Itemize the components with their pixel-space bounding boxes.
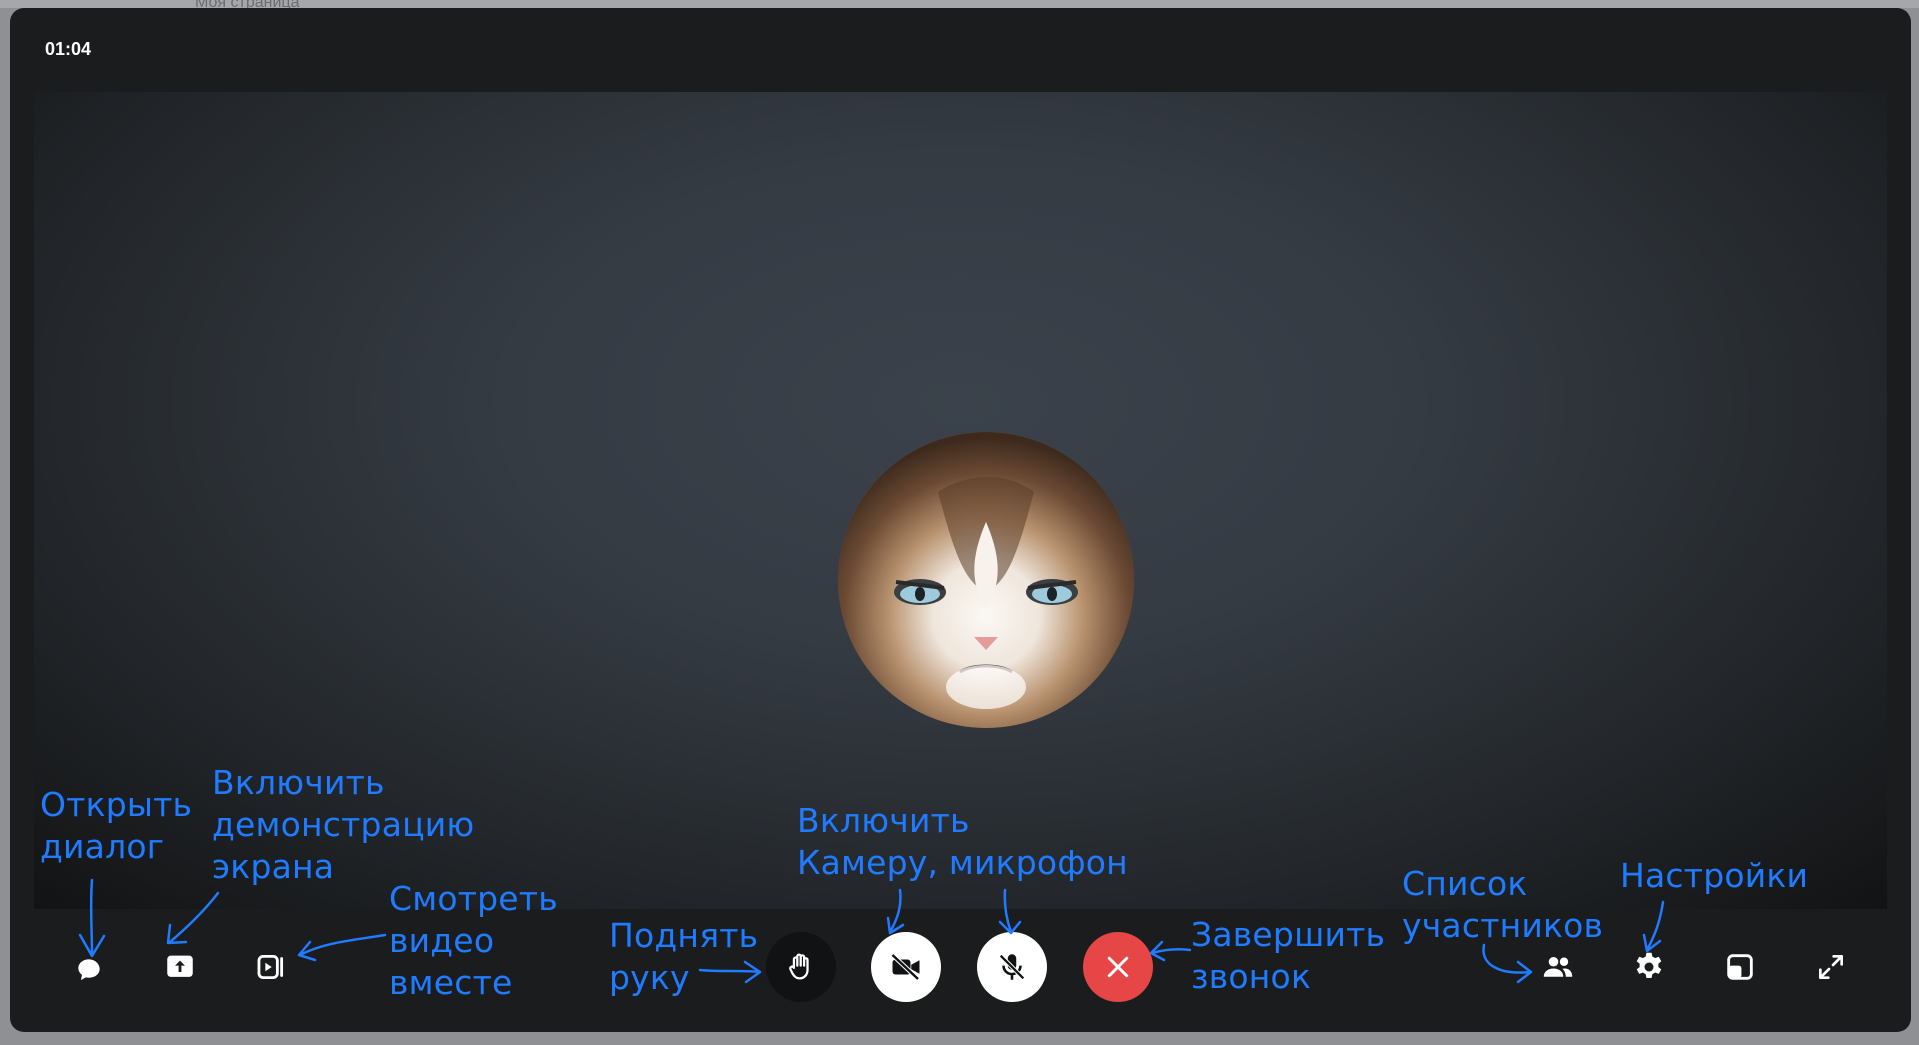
annotation-open-dialog: Открыть диалог	[40, 785, 193, 866]
pip-icon	[1727, 954, 1753, 980]
participants-button[interactable]	[1533, 942, 1583, 992]
annotation-end-call: Завершить звонок	[1191, 915, 1386, 996]
gear-icon	[1636, 952, 1662, 978]
participant-avatar	[838, 432, 1134, 728]
settings-button[interactable]	[1624, 942, 1674, 992]
camera-off-icon	[890, 953, 920, 981]
watch-together-button[interactable]	[246, 942, 296, 992]
end-call-button[interactable]	[1083, 932, 1153, 1002]
expand-icon	[1819, 955, 1843, 979]
annotation-settings: Настройки	[1620, 856, 1809, 895]
screen-share-icon	[167, 955, 193, 977]
annotation-participants: Список участников	[1402, 864, 1604, 945]
call-timer: 01:04	[45, 39, 92, 59]
fullscreen-button[interactable]	[1806, 942, 1856, 992]
mic-off-icon	[999, 954, 1025, 980]
camera-toggle-button[interactable]	[871, 932, 941, 1002]
picture-in-picture-button[interactable]	[1715, 942, 1765, 992]
watch-together-icon	[257, 954, 284, 980]
annotation-camera-mic: Включить Камеру, микрофон	[797, 801, 1128, 882]
background-page-edge: Моя страница	[0, 0, 1919, 11]
annotation-screen-share: Включить демонстрацию экрана	[212, 763, 475, 886]
raise-hand-icon	[789, 953, 809, 980]
chat-bubble-icon	[78, 959, 100, 981]
chat-button[interactable]	[64, 945, 114, 995]
microphone-toggle-button[interactable]	[977, 932, 1047, 1002]
annotation-watch-together: Смотреть видео вместе	[389, 879, 558, 1002]
annotation-raise-hand: Поднять руку	[609, 916, 759, 997]
screen-share-button[interactable]	[155, 942, 205, 992]
people-icon	[1543, 956, 1573, 977]
raise-hand-button[interactable]	[766, 932, 836, 1002]
close-icon	[1107, 956, 1129, 978]
